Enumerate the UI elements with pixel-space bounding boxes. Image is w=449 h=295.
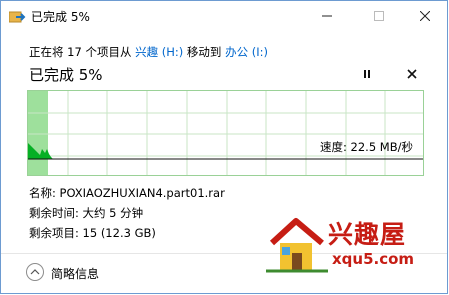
speed-graph-canvas — [28, 91, 423, 175]
pause-icon — [364, 70, 370, 78]
summary-middle: 移动到 — [183, 45, 226, 59]
speed-graph — [27, 90, 424, 176]
cancel-button[interactable] — [407, 68, 417, 82]
time-remaining-row: 剩余时间: 大约 5 分钟 — [29, 205, 143, 221]
watermark-logo: 兴趣屋 xqu5.com — [266, 215, 416, 275]
file-copy-dialog: 已完成 5% 正在将 17 个项目从 兴趣 (H:) 移动到 办公 (I:) 已… — [0, 0, 448, 294]
cancel-icon — [407, 69, 417, 79]
items-remaining-row: 剩余项目: 15 (12.3 GB) — [29, 225, 156, 241]
pause-button[interactable] — [362, 68, 372, 82]
progress-title: 已完成 5% — [29, 66, 103, 84]
summary-prefix: 正在将 17 个项目从 — [29, 45, 136, 59]
maximize-button[interactable] — [356, 1, 402, 31]
file-move-icon — [8, 9, 27, 23]
fewer-details-label: 简略信息 — [51, 267, 100, 281]
time-remaining-value: 大约 5 分钟 — [82, 206, 144, 220]
house-logo-icon — [266, 218, 328, 273]
close-button[interactable] — [402, 1, 448, 31]
title-bar: 已完成 5% — [1, 1, 447, 31]
items-remaining-label: 剩余项目: — [29, 226, 83, 240]
file-name-value: POXIAOZHUXIAN4.part01.rar — [59, 186, 225, 200]
watermark-text: 兴趣屋 — [328, 220, 407, 249]
items-remaining-value: 15 (12.3 GB) — [82, 226, 156, 240]
chevron-up-icon — [26, 263, 44, 281]
file-name-row: 名称: POXIAOZHUXIAN4.part01.rar — [29, 185, 225, 201]
transfer-summary: 正在将 17 个项目从 兴趣 (H:) 移动到 办公 (I:) — [29, 44, 268, 60]
speed-readout: 速度: 22.5 MB/秒 — [320, 140, 413, 154]
file-name-label: 名称: — [29, 186, 60, 200]
window-title: 已完成 5% — [31, 10, 90, 24]
minimize-button[interactable] — [304, 1, 350, 31]
watermark-url: xqu5.com — [332, 250, 415, 268]
destination-link[interactable]: 办公 (I:) — [225, 45, 268, 59]
time-remaining-label: 剩余时间: — [29, 206, 83, 220]
source-link[interactable]: 兴趣 (H:) — [135, 45, 183, 59]
